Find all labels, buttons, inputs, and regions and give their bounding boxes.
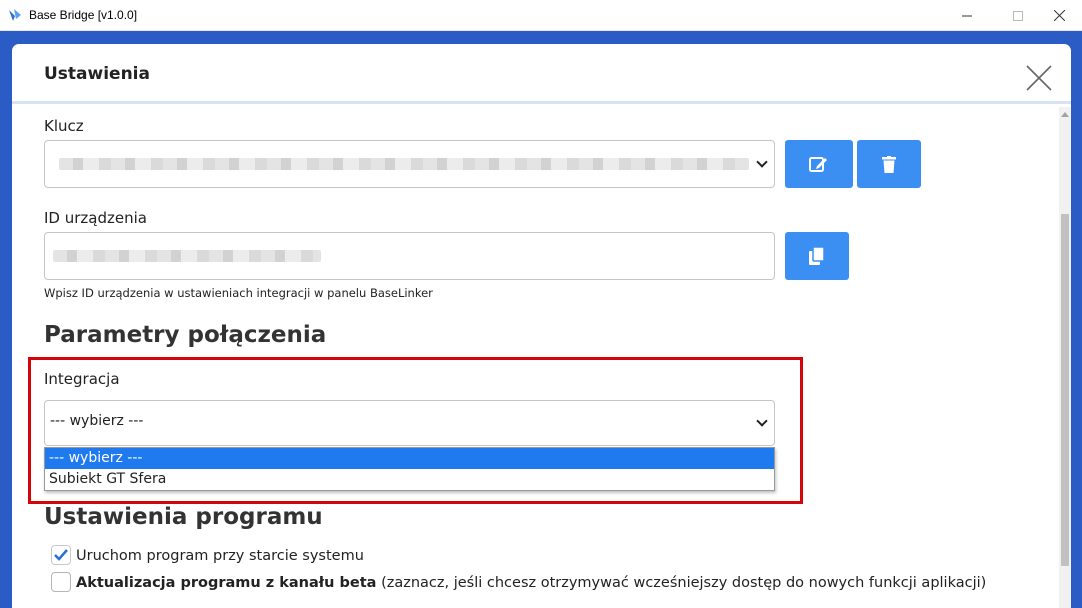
minimize-button[interactable] bbox=[944, 0, 990, 31]
dropdown-option[interactable]: Subiekt GT Sfera bbox=[45, 469, 774, 490]
beta-checkbox-label: Aktualizacja programu z kanału beta (zaz… bbox=[76, 575, 986, 591]
integration-dropdown: --- wybierz --- Subiekt GT Sfera bbox=[44, 447, 775, 491]
integration-label: Integracja bbox=[44, 370, 120, 388]
beta-checkbox[interactable] bbox=[51, 572, 71, 592]
close-icon bbox=[1053, 10, 1065, 21]
edit-key-button[interactable] bbox=[785, 140, 853, 188]
modal-header: Ustawienia bbox=[12, 44, 1071, 104]
copy-icon bbox=[809, 247, 825, 265]
beta-checkbox-label-bold: Aktualizacja programu z kanału beta bbox=[76, 575, 377, 591]
integration-selected-value: --- wybierz --- bbox=[50, 413, 144, 429]
edit-icon bbox=[809, 157, 827, 172]
delete-key-button[interactable] bbox=[857, 140, 921, 188]
dropdown-option[interactable]: --- wybierz --- bbox=[45, 448, 774, 469]
scroll-up-arrow-icon[interactable] bbox=[1061, 112, 1069, 117]
close-icon bbox=[1026, 65, 1052, 91]
minimize-icon bbox=[962, 15, 972, 16]
settings-modal: Ustawienia Klucz ID urządzenia Wpisz ID … bbox=[12, 44, 1071, 608]
device-id-input[interactable] bbox=[44, 232, 775, 280]
app-icon bbox=[7, 7, 23, 23]
integration-select[interactable]: --- wybierz --- bbox=[44, 400, 775, 446]
maximize-button[interactable] bbox=[995, 0, 1041, 31]
window-close-button[interactable] bbox=[1036, 0, 1082, 31]
key-select[interactable] bbox=[44, 140, 775, 188]
program-settings-title: Ustawienia programu bbox=[44, 504, 323, 530]
redacted-device-id bbox=[53, 250, 321, 262]
device-id-label: ID urządzenia bbox=[44, 209, 147, 227]
redacted-key-value bbox=[59, 158, 749, 170]
trash-icon bbox=[882, 155, 896, 173]
modal-title: Ustawienia bbox=[44, 64, 150, 84]
connection-section-title: Parametry połączenia bbox=[44, 322, 327, 348]
window-titlebar: Base Bridge [v1.0.0] bbox=[0, 0, 1082, 31]
modal-close-button[interactable] bbox=[1025, 64, 1053, 92]
chevron-down-icon bbox=[756, 156, 768, 168]
startup-checkbox-label: Uruchom program przy starcie systemu bbox=[76, 548, 364, 564]
window-title: Base Bridge [v1.0.0] bbox=[29, 8, 138, 22]
checkmark-icon bbox=[54, 549, 68, 561]
scrollbar-thumb[interactable] bbox=[1061, 214, 1069, 566]
device-id-hint: Wpisz ID urządzenia w ustawieniach integ… bbox=[44, 286, 433, 300]
maximize-icon bbox=[1013, 10, 1023, 21]
copy-device-id-button[interactable] bbox=[785, 232, 849, 280]
startup-checkbox[interactable] bbox=[51, 545, 71, 565]
chevron-down-icon bbox=[756, 415, 768, 427]
beta-checkbox-label-note: (zaznacz, jeśli chcesz otrzymywać wcześn… bbox=[376, 575, 987, 591]
key-label: Klucz bbox=[44, 117, 84, 135]
